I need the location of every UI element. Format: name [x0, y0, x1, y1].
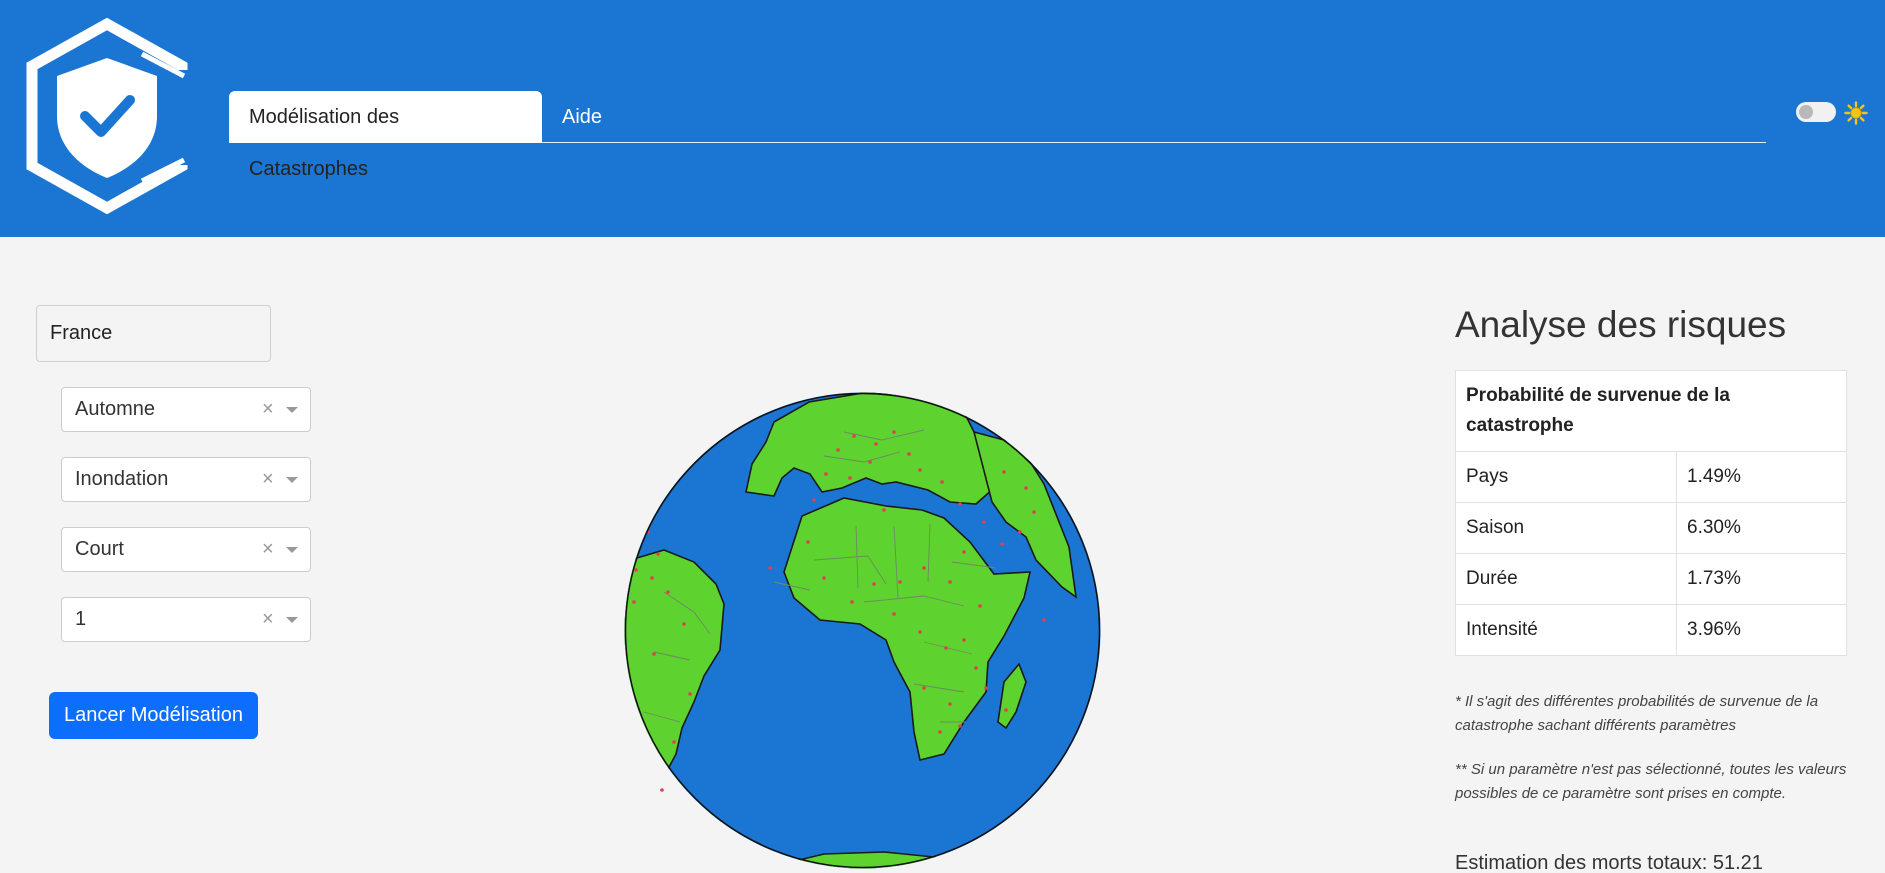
footnote-1: * Il s'agit des différentes probabilités…	[1455, 693, 1819, 734]
app-header: Modélisation des Catastrophes Aide	[0, 0, 1885, 237]
clear-icon[interactable]: ×	[262, 528, 274, 571]
death-estimate: Estimation des morts totaux: 51.21	[1455, 852, 1763, 873]
toggle-knob	[1799, 105, 1813, 119]
tab-aide[interactable]: Aide	[542, 91, 622, 143]
footnote-2: ** Si un paramètre n'est pas sélectionné…	[1455, 761, 1847, 802]
chevron-down-icon[interactable]	[286, 547, 298, 553]
risk-table-header: Probabilité de survenue de la catastroph…	[1455, 370, 1847, 452]
chevron-down-icon[interactable]	[286, 477, 298, 483]
disaster-type-value: Inondation	[75, 468, 169, 490]
duration-select[interactable]: Court ×	[61, 527, 311, 572]
row-value: 1.49%	[1676, 451, 1847, 503]
chevron-down-icon[interactable]	[286, 407, 298, 413]
clear-icon[interactable]: ×	[262, 598, 274, 641]
row-value: 3.96%	[1676, 604, 1847, 656]
season-select[interactable]: Automne ×	[61, 387, 311, 432]
table-row: Intensité 3.96%	[1455, 604, 1847, 656]
season-value: Automne	[75, 398, 156, 420]
row-label: Durée	[1455, 553, 1677, 605]
chevron-down-icon[interactable]	[286, 617, 298, 623]
theme-toggle[interactable]	[1796, 102, 1836, 122]
country-input[interactable]	[36, 305, 271, 362]
disaster-type-select[interactable]: Inondation ×	[61, 457, 311, 502]
tab-modelisation[interactable]: Modélisation des Catastrophes	[229, 91, 542, 180]
clear-icon[interactable]: ×	[262, 388, 274, 431]
duration-value: Court	[75, 538, 124, 560]
table-row: Saison 6.30%	[1455, 502, 1847, 554]
main-tabs: Modélisation des Catastrophes Aide	[229, 91, 1766, 180]
risk-table: Probabilité de survenue de la catastroph…	[1455, 370, 1847, 656]
clear-icon[interactable]: ×	[262, 458, 274, 501]
globe-map[interactable]	[624, 392, 1101, 869]
table-row: Pays 1.49%	[1455, 451, 1847, 503]
row-value: 1.73%	[1676, 553, 1847, 605]
row-label: Saison	[1455, 502, 1677, 554]
intensity-value: 1	[75, 608, 87, 630]
intensity-select[interactable]: 1 ×	[61, 597, 311, 642]
row-value: 6.30%	[1676, 502, 1847, 554]
launch-modelisation-button[interactable]: Lancer Modélisation	[49, 692, 258, 739]
row-label: Pays	[1455, 451, 1677, 503]
sun-icon	[1844, 101, 1868, 125]
row-label: Intensité	[1455, 604, 1677, 656]
risk-analysis-title: Analyse des risques	[1455, 304, 1787, 345]
shield-check-logo	[26, 18, 192, 214]
table-row: Durée 1.73%	[1455, 553, 1847, 605]
